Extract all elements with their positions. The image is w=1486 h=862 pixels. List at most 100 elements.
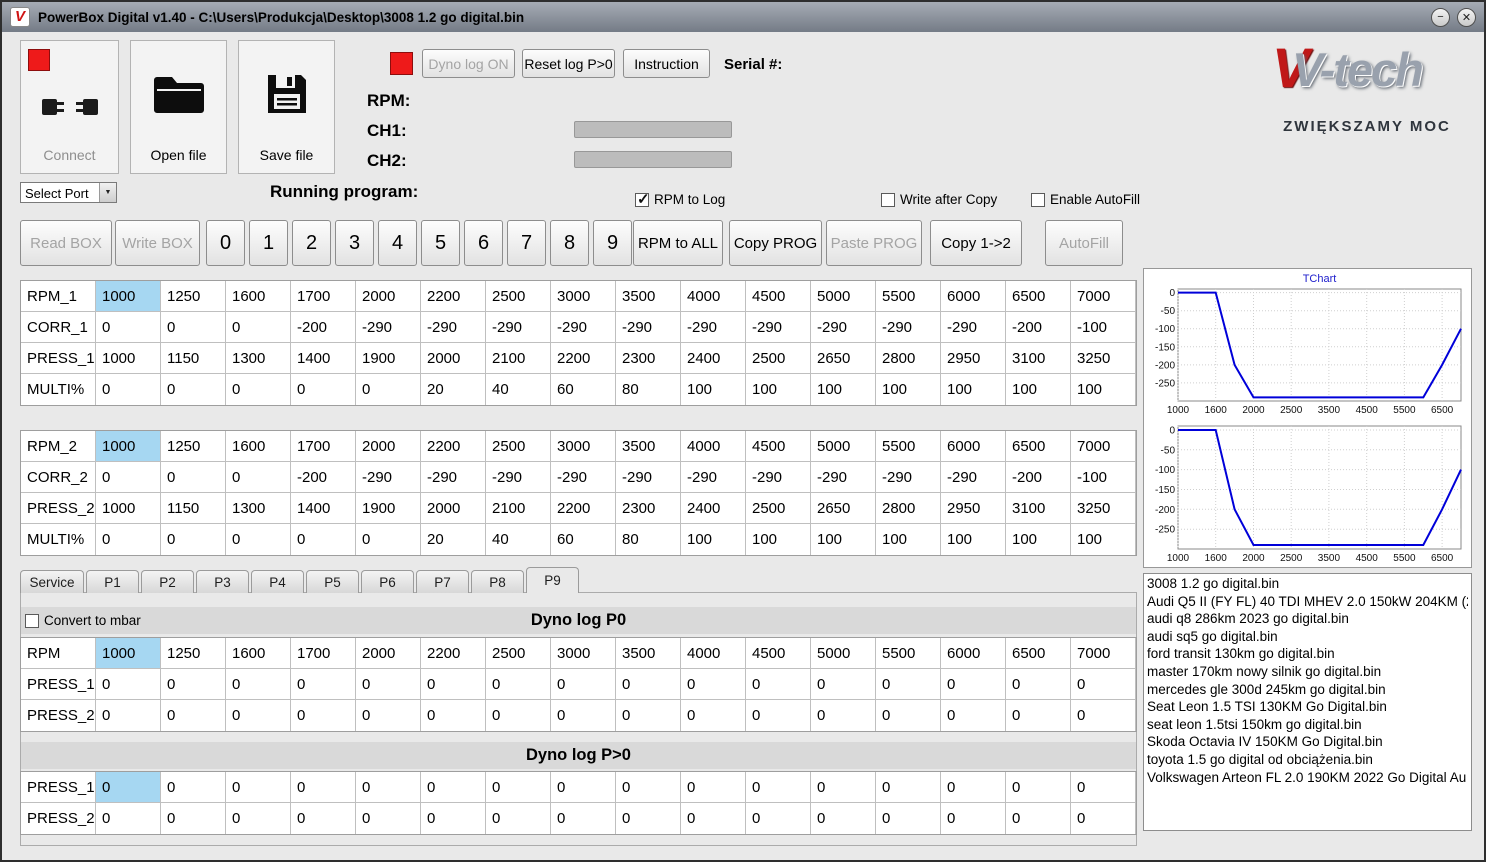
grid-cell[interactable]: 1700 bbox=[291, 281, 356, 312]
grid-cell[interactable]: 0 bbox=[421, 669, 486, 700]
grid-cell[interactable]: 0 bbox=[1071, 700, 1136, 731]
grid-cell[interactable]: 0 bbox=[226, 700, 291, 731]
grid-cell[interactable]: 100 bbox=[876, 374, 941, 405]
grid-cell[interactable]: 0 bbox=[421, 700, 486, 731]
grid-cell[interactable]: 0 bbox=[681, 700, 746, 731]
grid-cell[interactable]: 2500 bbox=[486, 431, 551, 462]
digit-button-7[interactable]: 7 bbox=[507, 220, 546, 266]
grid-cell[interactable]: -290 bbox=[421, 462, 486, 493]
grid-cell[interactable]: 2400 bbox=[681, 343, 746, 374]
grid-cell[interactable]: 6500 bbox=[1006, 281, 1071, 312]
grid-cell[interactable]: 2300 bbox=[616, 493, 681, 524]
grid-cell[interactable]: 0 bbox=[226, 374, 291, 405]
grid-cell[interactable]: 2200 bbox=[551, 343, 616, 374]
grid-cell[interactable]: 3500 bbox=[616, 281, 681, 312]
grid-cell[interactable]: -290 bbox=[811, 312, 876, 343]
grid-cell[interactable]: 100 bbox=[876, 524, 941, 555]
grid-cell[interactable]: 0 bbox=[941, 772, 1006, 803]
grid-cell[interactable]: 0 bbox=[96, 312, 161, 343]
grid-cell[interactable]: -290 bbox=[681, 312, 746, 343]
grid-cell[interactable]: 0 bbox=[1006, 772, 1071, 803]
grid-cell[interactable]: 2650 bbox=[811, 343, 876, 374]
grid-cell[interactable]: 0 bbox=[876, 700, 941, 731]
connect-button[interactable]: Connect bbox=[20, 40, 119, 174]
grid-cell[interactable]: 4500 bbox=[746, 431, 811, 462]
grid-cell[interactable]: 0 bbox=[96, 772, 161, 803]
save-file-button[interactable]: Save file bbox=[238, 40, 335, 174]
grid-cell[interactable]: 0 bbox=[161, 374, 226, 405]
grid-cell[interactable]: 0 bbox=[811, 700, 876, 731]
grid-cell[interactable]: 0 bbox=[226, 772, 291, 803]
digit-button-3[interactable]: 3 bbox=[335, 220, 374, 266]
file-list-item[interactable]: audi q8 286km 2023 go digital.bin bbox=[1147, 610, 1468, 628]
grid-cell[interactable]: -290 bbox=[486, 462, 551, 493]
grid-cell[interactable]: 80 bbox=[616, 374, 681, 405]
grid-cell[interactable]: -100 bbox=[1071, 312, 1136, 343]
grid-cell[interactable]: 0 bbox=[746, 669, 811, 700]
grid-cell[interactable]: 1300 bbox=[226, 493, 291, 524]
grid-cell[interactable]: 0 bbox=[226, 462, 291, 493]
grid-cell[interactable]: 7000 bbox=[1071, 638, 1136, 669]
grid-cell[interactable]: 2000 bbox=[356, 281, 421, 312]
grid-cell[interactable]: 6500 bbox=[1006, 638, 1071, 669]
grid-cell[interactable]: 0 bbox=[876, 772, 941, 803]
grid-cell[interactable]: -290 bbox=[941, 312, 1006, 343]
grid-cell[interactable]: 0 bbox=[96, 700, 161, 731]
grid-cell[interactable]: 0 bbox=[226, 524, 291, 555]
tab-p7[interactable]: P7 bbox=[416, 570, 469, 593]
grid-cell[interactable]: 5000 bbox=[811, 431, 876, 462]
grid-cell[interactable]: 0 bbox=[486, 772, 551, 803]
grid-cell[interactable]: 1900 bbox=[356, 493, 421, 524]
grid-cell[interactable]: 2000 bbox=[356, 638, 421, 669]
grid-cell[interactable]: 0 bbox=[96, 669, 161, 700]
grid-cell[interactable]: 100 bbox=[811, 524, 876, 555]
grid-cell[interactable]: 1600 bbox=[226, 638, 291, 669]
grid-cell[interactable]: -200 bbox=[291, 312, 356, 343]
tab-p8[interactable]: P8 bbox=[471, 570, 524, 593]
tab-p5[interactable]: P5 bbox=[306, 570, 359, 593]
grid-cell[interactable]: 0 bbox=[161, 312, 226, 343]
grid-cell[interactable]: -290 bbox=[681, 462, 746, 493]
grid-cell[interactable]: 3000 bbox=[551, 281, 616, 312]
grid-cell[interactable]: 100 bbox=[1071, 524, 1136, 555]
grid-cell[interactable]: -290 bbox=[811, 462, 876, 493]
select-port-dropdown[interactable]: Select Port ▼ bbox=[20, 182, 117, 203]
grid-cell[interactable]: 0 bbox=[1006, 669, 1071, 700]
grid-cell[interactable]: 100 bbox=[941, 524, 1006, 555]
grid-cell[interactable]: 7000 bbox=[1071, 431, 1136, 462]
grid-cell[interactable]: 3000 bbox=[551, 431, 616, 462]
grid-cell[interactable]: 6500 bbox=[1006, 431, 1071, 462]
grid-cell[interactable]: 2650 bbox=[811, 493, 876, 524]
grid-cell[interactable]: 20 bbox=[421, 524, 486, 555]
grid-cell[interactable]: -200 bbox=[1006, 462, 1071, 493]
grid-cell[interactable]: 0 bbox=[876, 803, 941, 834]
rpm-to-all-button[interactable]: RPM to ALL bbox=[633, 220, 723, 266]
grid-cell[interactable]: -290 bbox=[356, 312, 421, 343]
checkbox-checked-icon[interactable] bbox=[635, 190, 650, 208]
close-button[interactable]: ✕ bbox=[1457, 7, 1476, 27]
tab-p3[interactable]: P3 bbox=[196, 570, 249, 593]
grid-cell[interactable]: 1700 bbox=[291, 431, 356, 462]
grid-cell[interactable]: 60 bbox=[551, 374, 616, 405]
grid-cell[interactable]: 0 bbox=[1006, 803, 1071, 834]
grid-cell[interactable]: 0 bbox=[96, 462, 161, 493]
digit-button-9[interactable]: 9 bbox=[593, 220, 632, 266]
grid-cell[interactable]: 0 bbox=[681, 669, 746, 700]
grid-cell[interactable]: 0 bbox=[96, 803, 161, 834]
grid-cell[interactable]: 0 bbox=[811, 803, 876, 834]
file-list-item[interactable]: seat leon 1.5tsi 150km go digital.bin bbox=[1147, 716, 1468, 734]
grid-cell[interactable]: 0 bbox=[291, 669, 356, 700]
convert-to-mbar-checkbox[interactable]: Convert to mbar bbox=[25, 613, 141, 628]
grid-cell[interactable]: 1300 bbox=[226, 343, 291, 374]
grid-cell[interactable]: 0 bbox=[421, 772, 486, 803]
grid-cell[interactable]: 0 bbox=[486, 803, 551, 834]
grid-cell[interactable]: 100 bbox=[746, 524, 811, 555]
file-list-item[interactable]: master 170km nowy silnik go digital.bin bbox=[1147, 663, 1468, 681]
grid-cell[interactable]: 0 bbox=[421, 803, 486, 834]
grid-cell[interactable]: 0 bbox=[811, 772, 876, 803]
grid-cell[interactable]: 0 bbox=[161, 669, 226, 700]
grid-cell[interactable]: 100 bbox=[746, 374, 811, 405]
grid-cell[interactable]: 100 bbox=[1006, 524, 1071, 555]
copy-prog-button[interactable]: Copy PROG bbox=[729, 220, 822, 266]
grid-cell[interactable]: 2200 bbox=[421, 431, 486, 462]
